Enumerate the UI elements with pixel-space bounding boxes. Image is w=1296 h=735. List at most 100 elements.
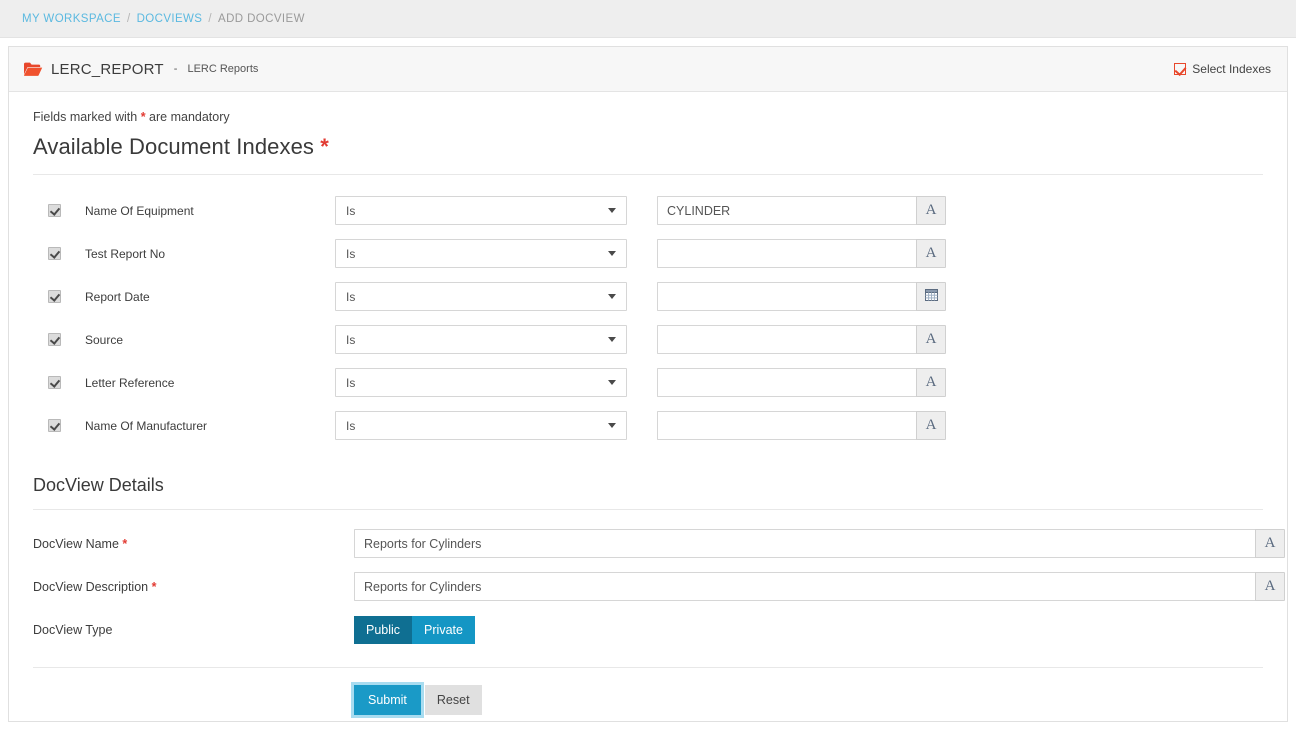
index-condition-wrap: Is — [335, 368, 627, 397]
required-star: * — [151, 579, 157, 594]
index-checkbox-name-of-manufacturer[interactable] — [48, 419, 61, 432]
index-value-input-name-of-equipment[interactable] — [657, 196, 916, 225]
text-format-button[interactable]: A — [916, 325, 946, 354]
index-value-group — [657, 282, 946, 311]
text-format-button[interactable]: A — [1255, 529, 1285, 558]
form-actions: Submit Reset — [33, 668, 1263, 718]
index-value-group: A — [657, 411, 946, 440]
breadcrumb: MY WORKSPACE / DOCVIEWS / ADD DOCVIEW — [0, 0, 1296, 38]
repository-identity: LERC_REPORT - LERC Reports — [23, 61, 258, 78]
letter-a-icon: A — [1264, 578, 1276, 594]
mandatory-star: * — [140, 110, 146, 124]
index-label: Letter Reference — [85, 375, 175, 390]
index-row: Report Date Is — [33, 275, 1263, 318]
index-value-input-source[interactable] — [657, 325, 916, 354]
index-condition-wrap: Is — [335, 411, 627, 440]
index-label: Name Of Manufacturer — [85, 418, 208, 433]
docview-name-input[interactable] — [354, 529, 1255, 558]
select-indexes-label: Select Indexes — [1192, 62, 1271, 76]
docview-name-label: DocView Name * — [33, 537, 354, 551]
index-checkbox-test-report-no[interactable] — [48, 247, 61, 260]
docview-name-label-text: DocView Name — [33, 536, 119, 551]
index-value-group: A — [657, 239, 946, 268]
index-condition-wrap: Is — [335, 325, 627, 354]
index-condition-select-name-of-equipment[interactable]: Is — [335, 196, 627, 225]
submit-button[interactable]: Submit — [351, 682, 424, 718]
repository-name: LERC Reports — [187, 63, 259, 75]
letter-a-icon: A — [925, 331, 937, 347]
docview-description-input-group: A — [354, 572, 1285, 601]
index-checkbox-source[interactable] — [48, 333, 61, 346]
mandatory-note-prefix: Fields marked with — [33, 110, 138, 124]
docview-type-label: DocView Type — [33, 622, 113, 637]
breadcrumb-item-my-workspace[interactable]: MY WORKSPACE — [22, 13, 121, 25]
checkbox-checked-icon[interactable] — [1174, 63, 1187, 75]
index-value-input-letter-reference[interactable] — [657, 368, 916, 397]
letter-a-icon: A — [925, 374, 937, 390]
required-star: * — [122, 536, 128, 551]
index-condition-select-test-report-no[interactable]: Is — [335, 239, 627, 268]
available-document-indexes-title: Available Document Indexes * — [33, 134, 1263, 174]
breadcrumb-item-docviews[interactable]: DOCVIEWS — [137, 13, 203, 25]
text-format-button[interactable]: A — [916, 239, 946, 268]
docview-name-row: DocView Name * A — [33, 522, 1285, 565]
text-format-button[interactable]: A — [1255, 572, 1285, 601]
docview-type-option-private[interactable]: Private — [412, 615, 475, 644]
section-title-star: * — [320, 134, 329, 159]
index-value-input-name-of-manufacturer[interactable] — [657, 411, 916, 440]
index-row: Letter Reference Is A — [33, 361, 1263, 404]
index-condition-select-name-of-manufacturer[interactable]: Is — [335, 411, 627, 440]
index-label: Test Report No — [85, 246, 166, 261]
index-condition-wrap: Is — [335, 196, 627, 225]
index-checkbox-letter-reference[interactable] — [48, 376, 61, 389]
index-value-group: A — [657, 325, 946, 354]
docview-description-input[interactable] — [354, 572, 1255, 601]
mandatory-note-suffix: are mandatory — [149, 110, 230, 124]
letter-a-icon: A — [1264, 535, 1276, 551]
docview-name-input-group: A — [354, 529, 1285, 558]
index-label: Name Of Equipment — [85, 203, 194, 218]
index-condition-wrap: Is — [335, 282, 627, 311]
panel-header: LERC_REPORT - LERC Reports Select Indexe… — [9, 47, 1287, 92]
docview-description-label-text: DocView Description — [33, 579, 149, 594]
index-condition-select-letter-reference[interactable]: Is — [335, 368, 627, 397]
text-format-button[interactable]: A — [916, 411, 946, 440]
index-value-group: A — [657, 196, 946, 225]
index-label: Report Date — [85, 289, 150, 304]
docview-type-row: DocView Type Public Private — [33, 608, 1263, 651]
text-format-button[interactable]: A — [916, 196, 946, 225]
folder-open-icon — [23, 61, 43, 77]
index-label: Source — [85, 332, 124, 347]
calendar-picker-button[interactable] — [916, 282, 946, 311]
details-form: DocView Name * A DocView Description * — [33, 510, 1285, 651]
index-checkbox-name-of-equipment[interactable] — [48, 204, 61, 217]
letter-a-icon: A — [925, 417, 937, 433]
index-row: Source Is A — [33, 318, 1263, 361]
repository-dash: - — [173, 63, 178, 75]
index-condition-select-source[interactable]: Is — [335, 325, 627, 354]
docview-description-label: DocView Description * — [33, 580, 354, 594]
breadcrumb-separator: / — [208, 12, 212, 25]
mandatory-note: Fields marked with * are mandatory — [33, 110, 1263, 124]
index-row: Test Report No Is A — [33, 232, 1263, 275]
repository-code: LERC_REPORT — [51, 60, 164, 78]
index-value-group: A — [657, 368, 946, 397]
reset-button[interactable]: Reset — [424, 685, 482, 715]
index-value-input-test-report-no[interactable] — [657, 239, 916, 268]
breadcrumb-separator: / — [126, 12, 131, 25]
docview-type-option-public[interactable]: Public — [354, 615, 413, 644]
text-format-button[interactable]: A — [916, 368, 946, 397]
section-title-text: Available Document Indexes — [33, 134, 315, 159]
index-checkbox-report-date[interactable] — [48, 290, 61, 303]
index-value-input-report-date[interactable] — [657, 282, 916, 311]
index-condition-select-report-date[interactable]: Is — [335, 282, 627, 311]
add-docview-panel: LERC_REPORT - LERC Reports Select Indexe… — [8, 46, 1288, 722]
docview-type-toggle: Public Private — [354, 615, 475, 644]
panel-body: Fields marked with * are mandatory Avail… — [9, 92, 1287, 718]
index-row: Name Of Manufacturer Is A — [33, 404, 1263, 447]
index-row: Name Of Equipment Is A — [33, 189, 1263, 232]
breadcrumb-item-add-docview: ADD DOCVIEW — [218, 12, 305, 25]
index-list: Name Of Equipment Is A Test Report — [33, 175, 1263, 447]
select-indexes-button[interactable]: Select Indexes — [1174, 62, 1271, 76]
letter-a-icon: A — [925, 245, 937, 261]
